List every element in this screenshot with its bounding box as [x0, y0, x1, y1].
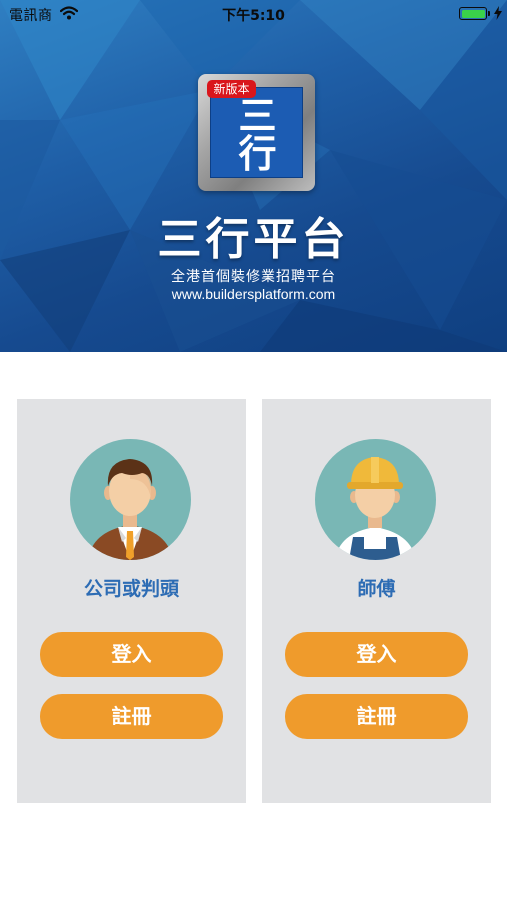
- status-bar: 電訊商 下午5:10: [0, 0, 507, 28]
- worker-card: 師傅 登入 註冊: [262, 399, 491, 803]
- logo-blue-tile: 三 行: [210, 87, 303, 178]
- company-card: 公司或判頭 登入 註冊: [17, 399, 246, 803]
- clock: 下午5:10: [222, 8, 285, 24]
- website-url: www.buildersplatform.com: [171, 286, 336, 302]
- new-version-badge: 新版本: [207, 80, 256, 98]
- worker-role-label: 師傅: [357, 578, 396, 600]
- logo-char-1: 三: [238, 93, 277, 138]
- battery-icon: [459, 7, 487, 20]
- charging-bolt-icon: [494, 6, 502, 20]
- battery-cap: [488, 11, 490, 16]
- worker-register-button[interactable]: 註冊: [285, 694, 468, 739]
- company-register-button[interactable]: 註冊: [40, 694, 223, 739]
- worker-avatar-icon: [315, 439, 436, 560]
- company-login-button[interactable]: 登入: [40, 632, 223, 677]
- app-subtitle: 全港首個裝修業招聘平台: [171, 269, 336, 285]
- businessman-avatar-icon: [70, 439, 191, 560]
- app-title: 三行平台: [157, 214, 350, 265]
- company-role-label: 公司或判頭: [83, 578, 179, 600]
- worker-login-button[interactable]: 登入: [285, 632, 468, 677]
- logo-char-2: 行: [238, 131, 277, 176]
